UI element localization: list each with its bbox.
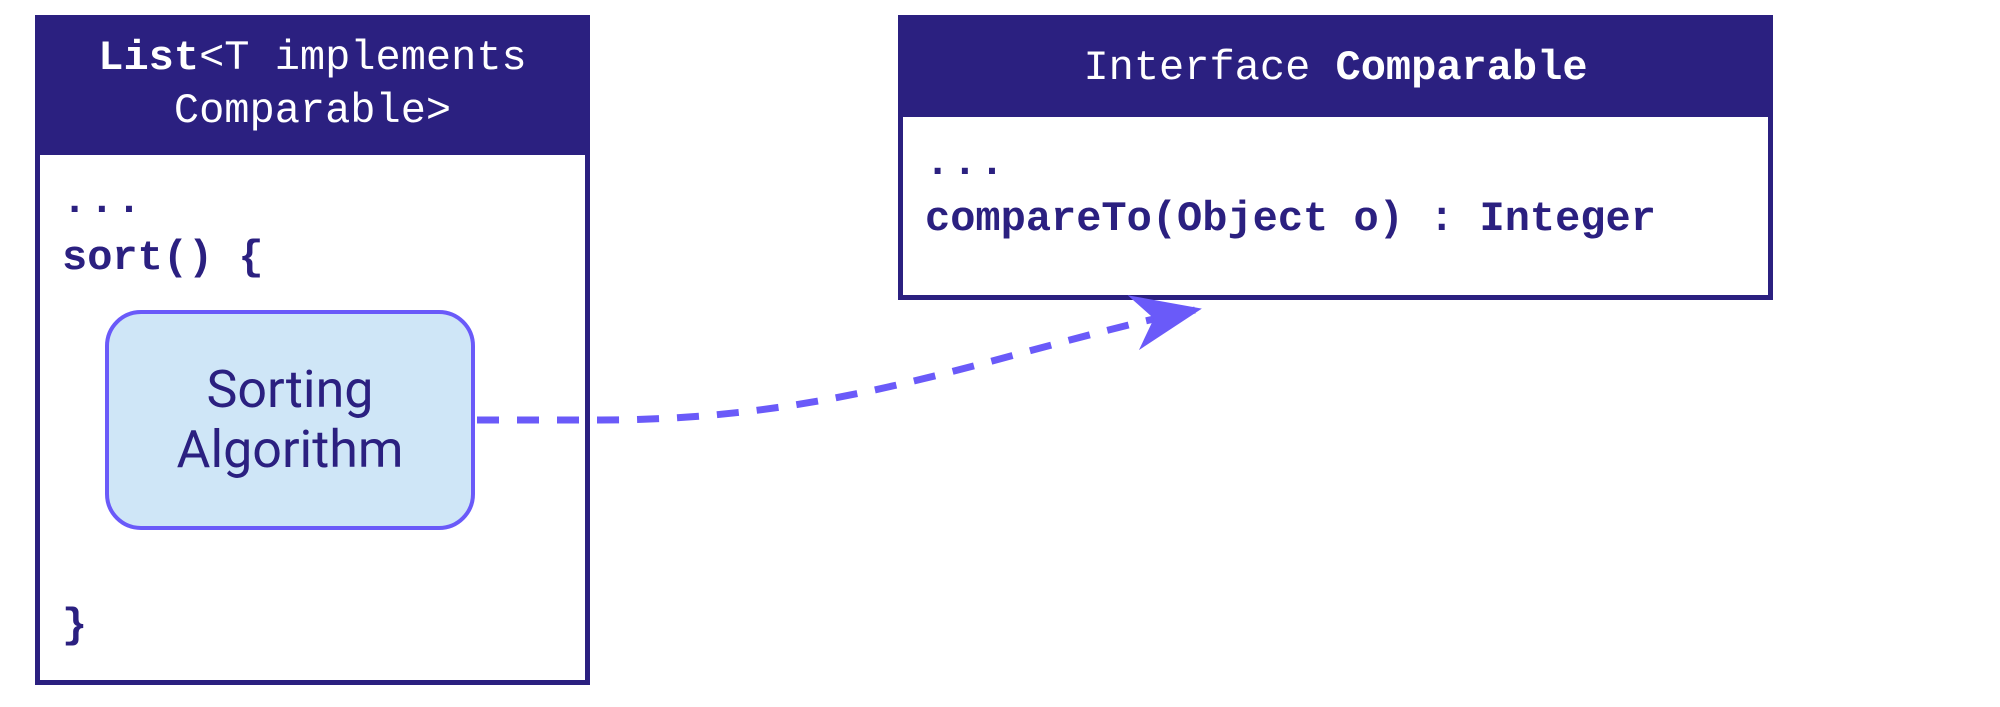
list-ellipsis: ... xyxy=(62,173,563,230)
compareto-method: compareTo(Object o) : Integer xyxy=(925,191,1746,248)
sorting-algorithm-box: Sorting Algorithm xyxy=(105,310,475,530)
interface-keyword: Interface xyxy=(1083,44,1310,92)
interface-name: Comparable xyxy=(1336,44,1588,92)
list-class-name: List xyxy=(98,34,199,82)
comparable-interface-header: Interface Comparable xyxy=(903,20,1768,117)
list-sort-method-open: sort() { xyxy=(62,230,563,287)
list-generic-part2: Comparable> xyxy=(174,87,451,135)
sorting-algorithm-label: Sorting Algorithm xyxy=(177,360,404,480)
list-class-header: List<T implements Comparable> xyxy=(40,20,585,155)
comparable-interface-body: ... compareTo(Object o) : Integer xyxy=(903,117,1768,266)
list-sort-method-close: } xyxy=(62,598,87,655)
list-generic-part1: <T implements xyxy=(199,34,527,82)
comparable-interface-box: Interface Comparable ... compareTo(Objec… xyxy=(898,15,1773,300)
interface-ellipsis: ... xyxy=(925,135,1746,192)
